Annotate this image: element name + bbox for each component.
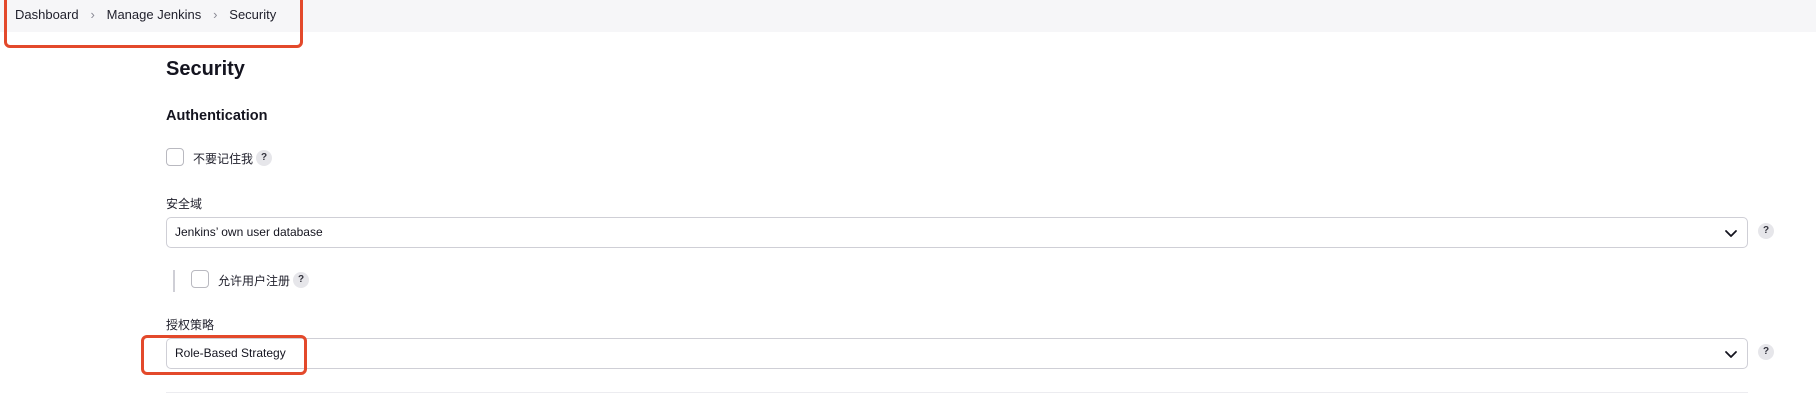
- authorization-label: 授权策略: [166, 318, 215, 332]
- security-realm-label: 安全域: [166, 197, 203, 211]
- authorization-strategy-select[interactable]: Role-Based Strategy: [166, 338, 1748, 369]
- breadcrumb-manage-jenkins[interactable]: Manage Jenkins: [107, 7, 202, 22]
- chevron-right-icon: ›: [213, 6, 218, 22]
- breadcrumb: Dashboard › Manage Jenkins › Security: [15, 0, 276, 28]
- nested-indent-bar: [173, 270, 175, 292]
- chevron-right-icon: ›: [90, 6, 95, 22]
- allow-signup-checkbox[interactable]: [191, 270, 209, 288]
- authorization-strategy-value: Role-Based Strategy: [175, 346, 286, 360]
- help-icon[interactable]: ?: [256, 150, 272, 166]
- allow-signup-label[interactable]: 允许用户注册: [218, 272, 290, 289]
- breadcrumb-bar: Dashboard › Manage Jenkins › Security: [0, 0, 1816, 32]
- chevron-down-icon: [1725, 230, 1737, 237]
- breadcrumb-dashboard[interactable]: Dashboard: [15, 7, 79, 22]
- breadcrumb-security[interactable]: Security: [229, 7, 276, 22]
- page-title: Security: [166, 58, 245, 80]
- help-icon[interactable]: ?: [1758, 344, 1774, 360]
- help-icon[interactable]: ?: [293, 272, 309, 288]
- security-realm-value: Jenkins’ own user database: [175, 225, 323, 239]
- remember-me-label[interactable]: 不要记住我: [193, 150, 253, 167]
- chevron-down-icon: [1725, 351, 1737, 358]
- remember-me-checkbox[interactable]: [166, 148, 184, 166]
- section-title-authentication: Authentication: [166, 108, 268, 124]
- help-icon[interactable]: ?: [1758, 223, 1774, 239]
- divider: [166, 392, 1748, 393]
- security-realm-select[interactable]: Jenkins’ own user database: [166, 217, 1748, 248]
